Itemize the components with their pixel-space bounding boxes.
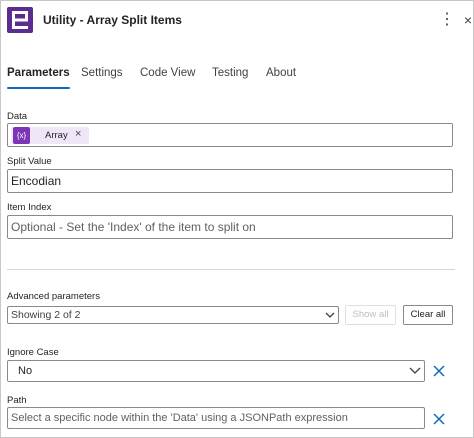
- split-value-text: Encodian: [11, 174, 62, 188]
- ignore-case-dropdown[interactable]: No: [7, 360, 425, 382]
- encodian-logo-icon: [7, 7, 33, 33]
- show-all-button[interactable]: Show all: [345, 305, 396, 325]
- advanced-parameters-label: Advanced parameters: [7, 291, 100, 302]
- close-icon[interactable]: ×: [461, 9, 474, 31]
- item-index-field[interactable]: Optional - Set the 'Index' of the item t…: [7, 215, 453, 239]
- split-value-label: Split Value: [7, 156, 52, 167]
- path-placeholder: Select a specific node within the 'Data'…: [11, 412, 348, 424]
- page-title: Utility - Array Split Items: [43, 13, 182, 27]
- advanced-parameters-value: Showing 2 of 2: [11, 309, 81, 321]
- tab-settings[interactable]: Settings: [81, 65, 123, 89]
- panel-header: Utility - Array Split Items ⋮ ×: [7, 7, 473, 39]
- split-value-field[interactable]: Encodian: [7, 169, 453, 193]
- clear-all-button[interactable]: Clear all: [403, 305, 453, 325]
- path-field[interactable]: Select a specific node within the 'Data'…: [7, 407, 425, 429]
- token-label: Array: [45, 130, 68, 141]
- tab-testing[interactable]: Testing: [212, 65, 248, 89]
- token-remove-icon[interactable]: ×: [75, 128, 81, 140]
- item-index-label: Item Index: [7, 202, 52, 213]
- path-label: Path: [7, 395, 27, 406]
- ignore-case-label: Ignore Case: [7, 347, 59, 358]
- remove-ignore-case-icon[interactable]: [431, 363, 447, 379]
- tab-about[interactable]: About: [266, 65, 296, 89]
- tab-code-view[interactable]: Code View: [140, 65, 195, 89]
- chevron-down-icon: [325, 312, 335, 318]
- remove-path-icon[interactable]: [431, 411, 447, 427]
- data-field[interactable]: {x} Array ×: [7, 123, 453, 147]
- data-label: Data: [7, 111, 28, 122]
- action-panel: Utility - Array Split Items ⋮ × Paramete…: [0, 0, 474, 438]
- section-divider: [7, 269, 455, 270]
- item-index-placeholder: Optional - Set the 'Index' of the item t…: [11, 220, 256, 234]
- variable-icon: {x}: [13, 127, 30, 144]
- more-vertical-icon[interactable]: ⋮: [439, 9, 455, 31]
- chevron-down-icon: [409, 367, 421, 374]
- ignore-case-value: No: [18, 365, 33, 377]
- advanced-parameters-select[interactable]: Showing 2 of 2: [7, 306, 339, 324]
- array-token[interactable]: {x} Array ×: [11, 127, 89, 144]
- tab-parameters[interactable]: Parameters: [7, 65, 70, 89]
